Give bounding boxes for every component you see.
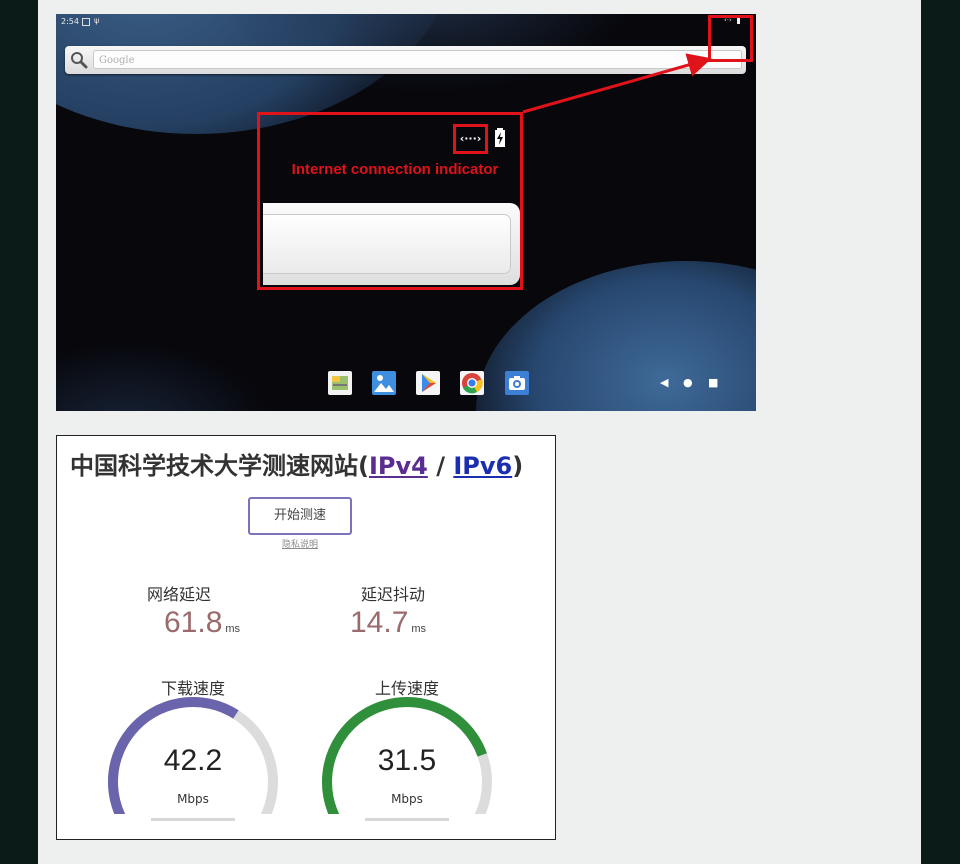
- jitter-label: 延迟抖动: [360, 585, 425, 604]
- highlight-box-status: [708, 15, 753, 62]
- title-separator: /: [427, 452, 454, 480]
- jitter-value: 14.7 ms: [350, 606, 426, 640]
- zoomed-search-bar: [263, 203, 520, 285]
- download-unit: Mbps: [177, 792, 209, 806]
- latency-label: 网络延迟: [146, 585, 211, 604]
- status-bar: 2:54 ψ ‹·›: [56, 14, 756, 30]
- zoomed-search-field: [263, 214, 511, 274]
- start-test-button[interactable]: 开始测速: [248, 497, 352, 535]
- jitter-number: 14.7: [350, 606, 409, 639]
- chrome-icon[interactable]: [459, 370, 485, 396]
- android-screenshot: 2:54 ψ ‹·› Google ‹···› Internet connect…: [56, 14, 756, 411]
- upload-gauge: 31.5 Mbps: [320, 694, 494, 834]
- ipv4-link[interactable]: IPv4: [369, 452, 428, 480]
- search-icon: [71, 52, 88, 69]
- search-input[interactable]: Google: [93, 50, 742, 69]
- page-title: 中国科学技术大学测速网站(IPv4 / IPv6): [70, 446, 523, 481]
- wallpaper-wave: [56, 341, 276, 411]
- privacy-link[interactable]: 隐私说明: [248, 537, 352, 550]
- upload-progress-track: [365, 818, 449, 821]
- latency-value: 61.8 ms: [164, 606, 240, 640]
- gallery-widget-icon[interactable]: [327, 370, 353, 396]
- speedtest-panel: 中国科学技术大学测速网站(IPv4 / IPv6) 开始测速 隐私说明 网络延迟…: [56, 435, 556, 840]
- status-time: 2:54: [61, 17, 79, 26]
- title-text: 中国科学技术大学测速网站(: [70, 452, 369, 480]
- annotation-caption: Internet connection indicator: [291, 161, 499, 178]
- upload-unit: Mbps: [391, 792, 423, 806]
- zoom-callout: ‹···› Internet connection indicator: [257, 112, 523, 290]
- jitter-unit: ms: [411, 623, 427, 635]
- download-gauge: 42.2 Mbps: [106, 694, 280, 834]
- download-progress-track: [151, 818, 235, 821]
- notification-icon: [82, 18, 90, 26]
- google-search-bar[interactable]: Google: [65, 46, 746, 74]
- photos-icon[interactable]: [371, 370, 397, 396]
- play-store-icon[interactable]: [415, 370, 441, 396]
- camera-icon[interactable]: [504, 370, 530, 396]
- usb-icon: ψ: [94, 16, 100, 25]
- recents-button[interactable]: ■: [708, 376, 718, 389]
- download-value: 42.2: [163, 744, 223, 777]
- upload-value: 31.5: [377, 744, 437, 777]
- latency-unit: ms: [225, 623, 241, 635]
- back-button[interactable]: ◀: [660, 376, 668, 389]
- latency-number: 61.8: [164, 606, 223, 639]
- home-button[interactable]: ●: [683, 376, 693, 389]
- ipv6-link[interactable]: IPv6: [453, 452, 512, 480]
- title-close: ): [512, 452, 524, 480]
- battery-charging-icon: [495, 128, 505, 147]
- network-indicator-icon: ‹···›: [453, 124, 488, 154]
